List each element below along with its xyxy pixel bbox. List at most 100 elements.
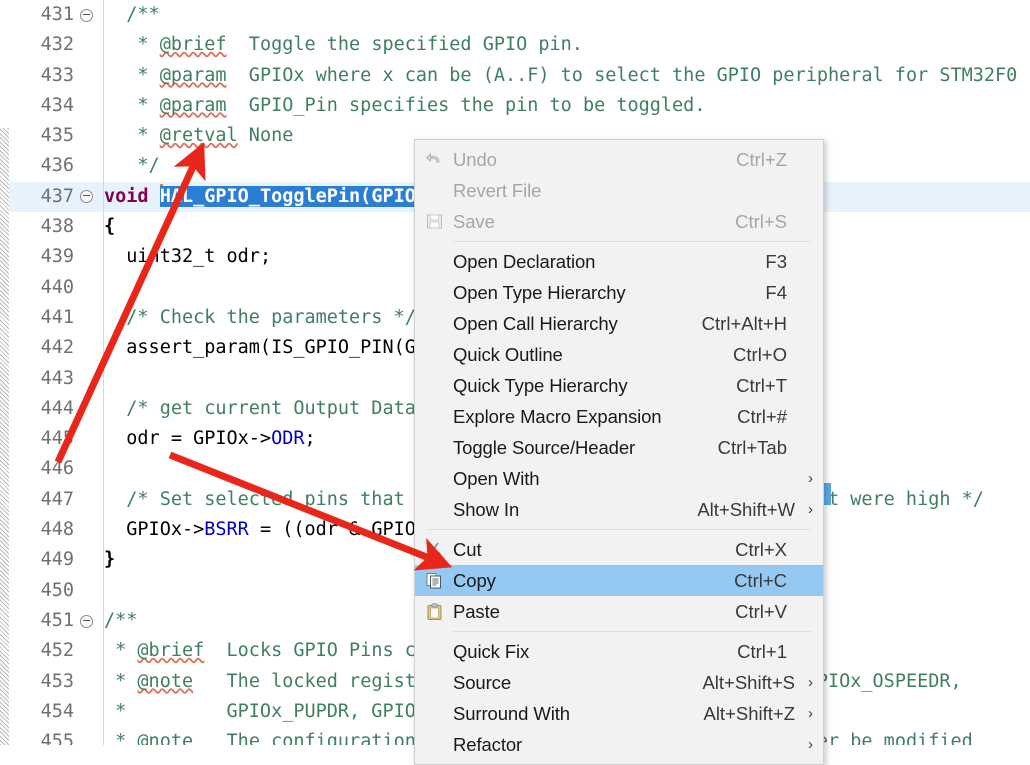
line-gutter: 443 (0, 364, 104, 394)
line-gutter: 431 (0, 0, 104, 30)
code-text[interactable]: odr = GPIOx->ODR; (104, 424, 316, 454)
line-gutter: 434 (0, 91, 104, 121)
menu-icon-slot (415, 667, 453, 698)
code-text[interactable]: * @param GPIO_Pin specifies the pin to b… (104, 91, 705, 121)
menu-item-explore-macro-expansion[interactable]: Explore Macro Expansion Ctrl+# › (415, 401, 823, 432)
line-number: 446 (40, 458, 74, 480)
context-menu[interactable]: UndoCtrl+Z›Revert File›SaveCtrl+S›Open D… (414, 139, 824, 765)
line-gutter: 445 (0, 424, 104, 454)
menu-item-label: Undo (453, 148, 497, 170)
line-number: 453 (40, 670, 74, 692)
line-gutter: 432 (0, 30, 104, 60)
menu-item-open-type-hierarchy[interactable]: Open Type Hierarchy F4 › (415, 277, 823, 308)
menu-arrow-slot: › (797, 316, 823, 331)
overview-ruler-marker[interactable] (824, 483, 831, 505)
code-text[interactable]: */ (104, 151, 159, 181)
code-token: @note (137, 670, 194, 692)
line-gutter: 439 (0, 242, 104, 272)
menu-icon-slot (415, 463, 453, 494)
menu-item-open-call-hierarchy[interactable]: Open Call Hierarchy Ctrl+Alt+H › (415, 308, 823, 339)
line-gutter: 442 (0, 333, 104, 363)
menu-arrow-slot: › (797, 440, 823, 455)
undo-icon (415, 144, 453, 175)
line-number: 435 (40, 125, 74, 147)
code-token: @retval (159, 125, 238, 147)
cut-icon (415, 534, 453, 565)
menu-item-shortcut: F4 (765, 281, 787, 303)
code-line[interactable]: 433 * @param GPIOx where x can be (A..F)… (0, 61, 1030, 91)
code-text[interactable]: /** (104, 606, 137, 636)
fold-toggle-icon[interactable] (78, 0, 94, 30)
menu-item-copy[interactable]: Copy Ctrl+C › (415, 565, 823, 596)
code-text[interactable]: /** (104, 0, 160, 30)
line-gutter: 454 (0, 697, 104, 727)
code-text[interactable]: * @param GPIOx where x can be (A..F) to … (104, 61, 1030, 91)
menu-item-shortcut: Ctrl+Z (736, 148, 787, 170)
menu-item-shortcut: Ctrl+X (735, 538, 787, 560)
menu-item-quick-outline[interactable]: Quick Outline Ctrl+O › (415, 339, 823, 370)
code-token: ; (304, 428, 316, 450)
code-text[interactable]: /* Check the parameters */ (104, 303, 416, 333)
line-number: 452 (40, 640, 74, 662)
menu-separator (427, 529, 811, 530)
code-token: * (104, 64, 160, 86)
menu-item-paste[interactable]: Paste Ctrl+V › (415, 596, 823, 627)
code-text[interactable]: } (104, 545, 115, 575)
line-gutter: 446 (0, 454, 104, 484)
code-line[interactable]: 434 * @param GPIO_Pin specifies the pin … (0, 91, 1030, 121)
menu-icon-slot (415, 432, 453, 463)
line-number: 436 (40, 155, 74, 177)
menu-icon-slot (415, 698, 453, 729)
menu-arrow-slot: › (797, 604, 823, 619)
menu-separator (453, 631, 811, 632)
menu-item-toggle-source-header[interactable]: Toggle Source/Header Ctrl+Tab › (415, 432, 823, 463)
menu-icon-slot (415, 636, 453, 667)
menu-item-source[interactable]: Source Alt+Shift+S › (415, 667, 823, 698)
fold-toggle-icon[interactable] (78, 182, 94, 212)
code-text[interactable]: * @retval None (104, 121, 293, 151)
line-number: 442 (40, 337, 74, 359)
menu-item-save: Save Ctrl+S › (415, 206, 823, 237)
code-token: GPIOx-> (104, 519, 205, 541)
menu-item-label: Quick Outline (453, 343, 563, 365)
code-token: @brief (159, 34, 227, 56)
line-gutter: 449 (0, 545, 104, 575)
code-token: /* Check the parameters */ (104, 306, 416, 328)
code-text[interactable]: { (104, 212, 115, 242)
menu-item-quick-fix[interactable]: Quick Fix Ctrl+1 › (415, 636, 823, 667)
line-number: 448 (40, 519, 74, 541)
code-text[interactable]: uint32_t odr; (104, 242, 271, 272)
code-token: * (104, 94, 160, 116)
code-token: /** (104, 609, 138, 631)
fold-toggle-icon[interactable] (78, 606, 94, 636)
code-text[interactable]: * @brief Toggle the specified GPIO pin. (104, 30, 583, 60)
menu-item-label: Surround With (453, 702, 570, 724)
code-token: /** (126, 4, 160, 25)
code-token: odr; (215, 246, 272, 268)
code-token: @brief (137, 640, 205, 662)
menu-item-cut[interactable]: Cut Ctrl+X › (415, 534, 823, 565)
line-number: 434 (40, 94, 74, 116)
menu-item-shortcut: Ctrl+T (736, 374, 787, 396)
menu-item-shortcut: Ctrl+1 (737, 640, 787, 662)
menu-item-surround-with[interactable]: Surround With Alt+Shift+Z › (415, 698, 823, 729)
menu-item-shortcut: Alt+Shift+S (702, 671, 795, 693)
menu-item-show-in[interactable]: Show In Alt+Shift+W › (415, 494, 823, 525)
line-number: 438 (40, 216, 74, 238)
menu-item-shortcut: Alt+Shift+W (697, 498, 795, 520)
menu-item-quick-type-hierarchy[interactable]: Quick Type Hierarchy Ctrl+T › (415, 370, 823, 401)
menu-item-open-declaration[interactable]: Open Declaration F3 › (415, 246, 823, 277)
code-line[interactable]: 432 * @brief Toggle the specified GPIO p… (0, 30, 1030, 60)
menu-arrow-slot: › (797, 409, 823, 424)
line-gutter: 447 (0, 485, 104, 515)
menu-item-open-with[interactable]: Open With › (415, 463, 823, 494)
line-gutter: 440 (0, 273, 104, 303)
menu-arrow-slot: › (797, 214, 823, 229)
menu-item-label: Toggle Source/Header (453, 436, 636, 458)
code-line[interactable]: 431 /** (0, 0, 1030, 30)
menu-item-label: Show In (453, 498, 520, 520)
menu-item-label: Save (453, 210, 495, 232)
line-gutter: 452 (0, 636, 104, 666)
line-number: 451 (40, 609, 74, 631)
code-token: { (104, 216, 116, 238)
